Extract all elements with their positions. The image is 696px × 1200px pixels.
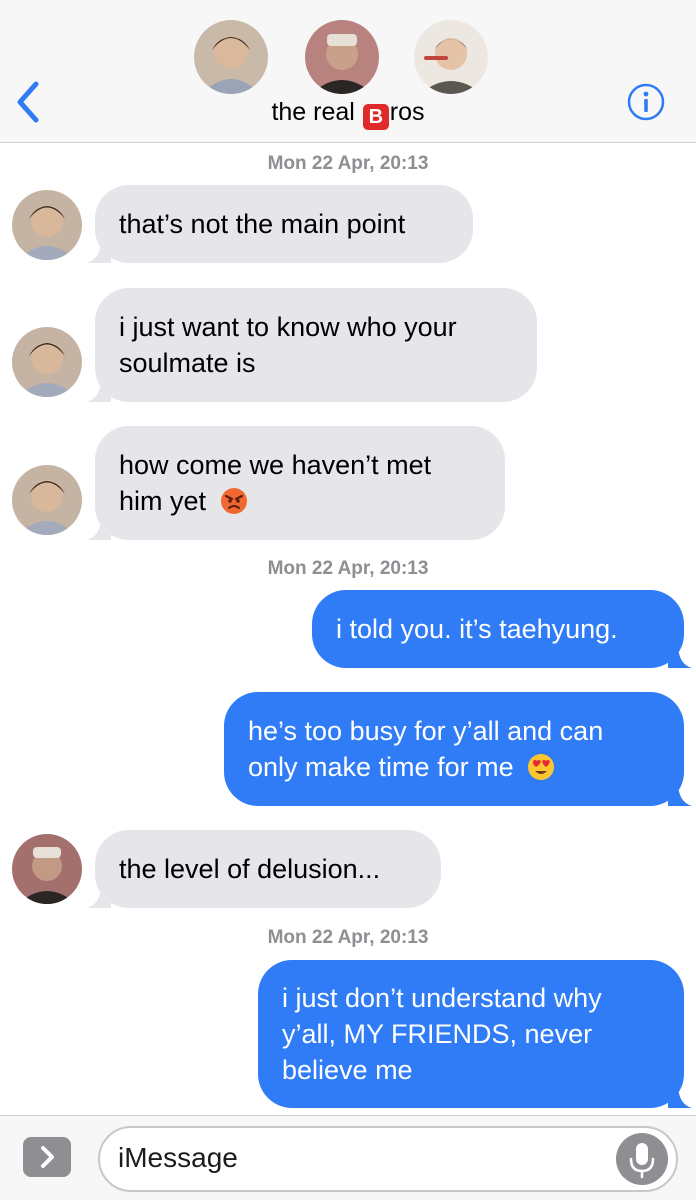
- outgoing-message[interactable]: i told you. it’s taehyung.: [312, 590, 692, 668]
- participant-avatar[interactable]: [414, 20, 488, 94]
- message-composer: iMessage: [0, 1115, 696, 1200]
- conversation-title[interactable]: the real Bros: [0, 98, 696, 130]
- message-input[interactable]: iMessage: [98, 1126, 678, 1192]
- sender-avatar[interactable]: [12, 465, 82, 535]
- title-text: ros: [389, 98, 425, 126]
- title-text: the real: [271, 98, 362, 126]
- chevron-right-icon: [41, 1146, 54, 1168]
- angry-face-emoji: [220, 487, 248, 515]
- message-input-placeholder: iMessage: [118, 1142, 238, 1173]
- microphone-icon: [629, 1143, 655, 1179]
- sender-avatar[interactable]: [12, 190, 82, 260]
- outgoing-message[interactable]: he’s too busy for y’all and can only mak…: [224, 692, 692, 806]
- message-content: he’s too busy for y’all and can only mak…: [248, 713, 660, 785]
- message-content: how come we haven’t met him yet: [119, 447, 479, 519]
- heart-eyes-emoji: [527, 753, 555, 781]
- message-timestamp: Mon 22 Apr, 20:13: [267, 153, 429, 174]
- incoming-message[interactable]: that’s not the main point: [87, 185, 473, 263]
- message-timestamp: Mon 22 Apr, 20:13: [267, 927, 429, 948]
- conversation-header: the real Bros: [0, 0, 696, 143]
- message-text: that’s not the main point: [119, 209, 406, 239]
- incoming-message[interactable]: i just want to know who your soulmate is: [87, 288, 537, 402]
- message-text: i just want to know who your soulmate is: [119, 312, 457, 378]
- b-button-emoji: B: [362, 104, 389, 130]
- info-icon: [627, 83, 665, 121]
- message-text: the level of delusion...: [119, 854, 381, 884]
- expand-apps-button[interactable]: [23, 1137, 71, 1177]
- sender-avatar[interactable]: [12, 327, 82, 397]
- incoming-message[interactable]: how come we haven’t met him yet: [87, 426, 505, 540]
- participant-avatar[interactable]: [305, 20, 379, 94]
- message-timestamp: Mon 22 Apr, 20:13: [267, 558, 429, 579]
- participant-avatar[interactable]: [194, 20, 268, 94]
- message-text: how come we haven’t met him yet: [119, 450, 432, 516]
- sender-avatar[interactable]: [12, 834, 82, 904]
- outgoing-message[interactable]: i just don’t understand why y’all, MY FR…: [258, 960, 692, 1108]
- message-text: i just don’t understand why y’all, MY FR…: [282, 983, 602, 1085]
- incoming-message[interactable]: the level of delusion...: [87, 830, 441, 908]
- message-text: i told you. it’s taehyung.: [336, 614, 618, 644]
- dictation-button[interactable]: [616, 1133, 668, 1185]
- info-button[interactable]: [626, 82, 666, 122]
